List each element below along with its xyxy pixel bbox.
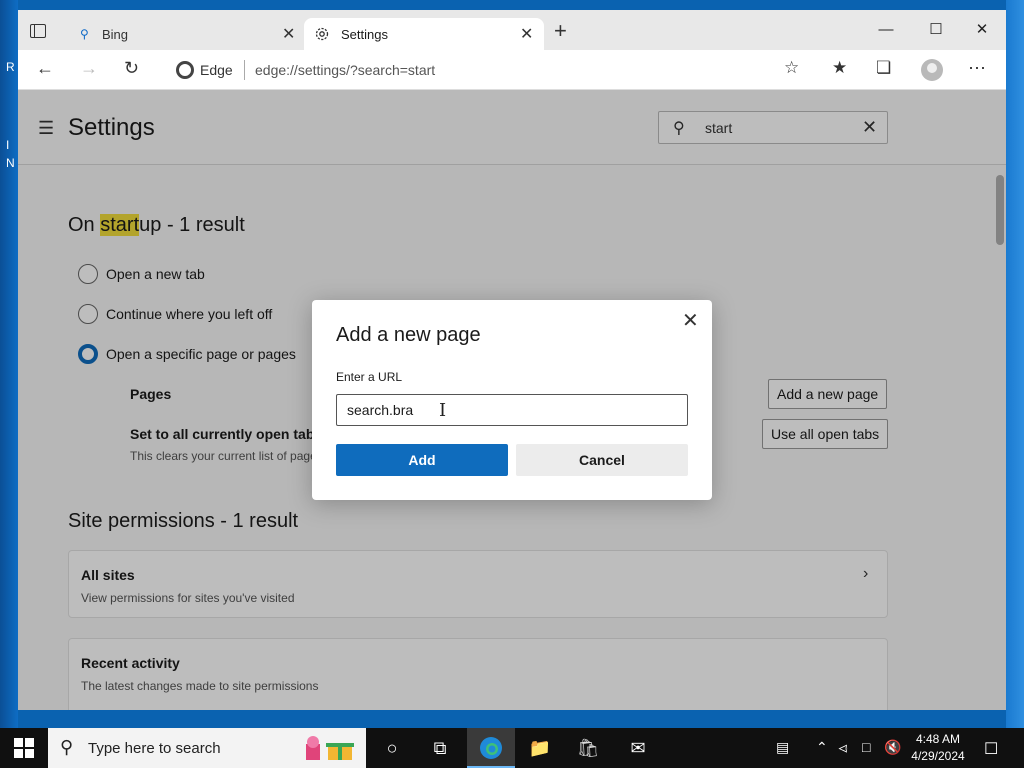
back-icon[interactable]: ← <box>36 58 54 79</box>
profile-avatar[interactable] <box>921 59 943 81</box>
taskbar-search-placeholder: Type here to search <box>88 740 221 757</box>
close-window-button[interactable]: ✕ <box>962 16 1002 44</box>
tab-settings[interactable]: Settings ✕ <box>304 18 544 50</box>
tab-bing[interactable]: ⚲ Bing ✕ <box>64 18 300 50</box>
address-bar[interactable]: edge://settings/?search=start <box>255 62 435 78</box>
collections-icon[interactable]: ❏ <box>876 58 891 78</box>
tab-title: Bing <box>102 27 129 42</box>
close-dialog-icon[interactable]: ✕ <box>682 308 699 333</box>
windows-start-icon[interactable] <box>14 738 34 758</box>
tab-actions-icon[interactable] <box>30 24 46 38</box>
search-highlight-art-icon <box>306 736 354 760</box>
refresh-icon[interactable]: ↻ <box>124 58 139 79</box>
desktop-background-right <box>1006 0 1024 728</box>
desktop-icon-label: I <box>6 138 10 152</box>
new-tab-button[interactable]: + <box>554 20 567 42</box>
add-page-dialog: Add a new page ✕ Enter a URL I Add Cance… <box>312 300 712 500</box>
edge-icon <box>480 737 502 759</box>
taskbar-edge-button[interactable] <box>467 728 515 768</box>
url-input[interactable] <box>336 394 688 426</box>
text-cursor-icon: I <box>439 400 447 421</box>
forward-icon[interactable]: → <box>80 58 98 79</box>
add-favorite-icon[interactable]: ☆ <box>784 58 799 78</box>
search-icon: ⚲ <box>60 737 74 757</box>
url-label: Enter a URL <box>336 370 403 384</box>
cancel-button[interactable]: Cancel <box>516 444 688 476</box>
edge-label: Edge <box>200 62 233 78</box>
task-view-icon[interactable]: ⧉ <box>428 736 452 760</box>
tab-strip: ⚲ Bing ✕ Settings ✕ + — ☐ ✕ <box>18 10 1006 50</box>
more-menu-icon[interactable]: ⋯ <box>968 58 986 79</box>
taskbar-clock[interactable]: 4:48 AM 4/29/2024 <box>906 731 970 765</box>
taskbar-search-box[interactable]: ⚲ Type here to search <box>48 728 366 768</box>
add-button[interactable]: Add <box>336 444 508 476</box>
news-icon[interactable]: ▤ <box>776 739 789 756</box>
taskbar: ⚲ Type here to search ○ ⧉ 📁 🛍 ✉ ▤ ⌃ ⏿ □ … <box>0 728 1024 768</box>
close-tab-icon[interactable]: ✕ <box>520 24 533 44</box>
browser-toolbar: ← → ↻ Edge edge://settings/?search=start… <box>18 50 1006 90</box>
chevron-up-icon[interactable]: ⌃ <box>816 739 828 756</box>
clock-time: 4:48 AM <box>915 732 961 746</box>
mail-icon[interactable]: ✉ <box>626 736 650 760</box>
store-icon[interactable]: 🛍 <box>576 736 600 760</box>
file-explorer-icon[interactable]: 📁 <box>528 736 552 760</box>
tab-title: Settings <box>341 27 388 42</box>
dialog-title: Add a new page <box>336 324 481 346</box>
edge-logo-icon <box>176 61 194 79</box>
display-icon[interactable]: □ <box>862 739 870 755</box>
volume-muted-icon[interactable]: 🔇 <box>884 739 901 756</box>
address-separator <box>244 60 245 80</box>
cortana-icon[interactable]: ○ <box>380 736 404 760</box>
network-icon[interactable]: ⏿ <box>838 739 848 756</box>
notifications-icon[interactable]: ☐ <box>984 739 998 759</box>
favorites-icon[interactable]: ★ <box>832 58 847 78</box>
desktop-background-left: R I N <box>0 0 18 728</box>
close-tab-icon[interactable]: ✕ <box>282 24 295 44</box>
gear-icon <box>315 27 329 41</box>
search-icon: ⚲ <box>80 27 89 41</box>
maximize-button[interactable]: ☐ <box>916 16 956 44</box>
desktop-icon-label: R <box>6 60 15 74</box>
minimize-button[interactable]: — <box>866 16 906 44</box>
clock-date: 4/29/2024 <box>911 749 965 763</box>
desktop-icon-label: N <box>6 156 15 170</box>
